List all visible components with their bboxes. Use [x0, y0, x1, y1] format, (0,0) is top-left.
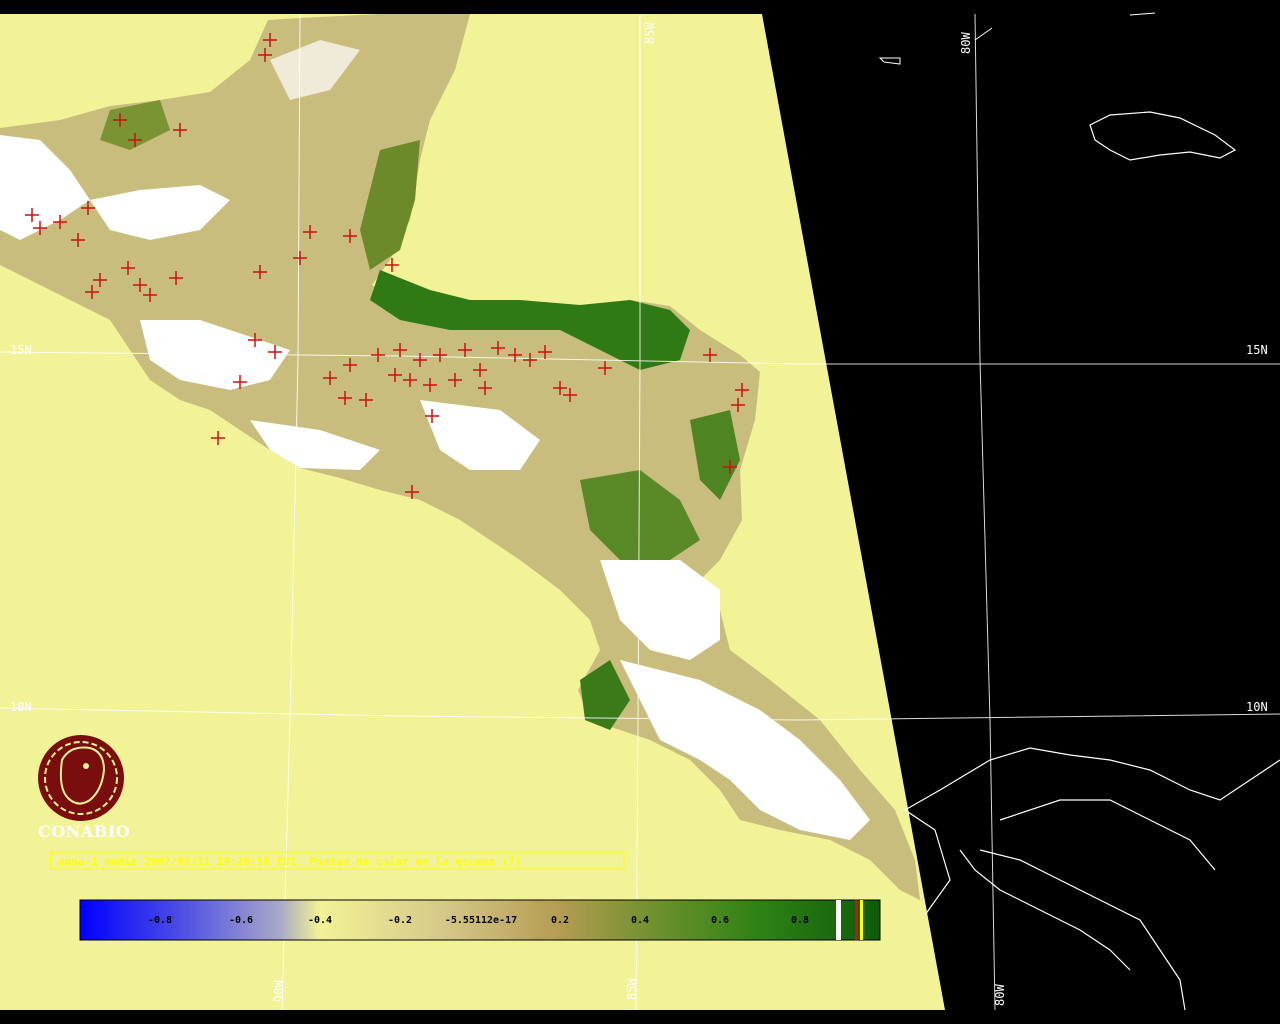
- lon-80w-label-top: 80W: [959, 32, 973, 54]
- lat-10n-label-right: 10N: [1246, 700, 1268, 714]
- lon-90w-label-bottom: 90W: [272, 980, 286, 1002]
- conabio-logo-text: CONABIO: [38, 822, 130, 841]
- legend-tick-label: 0.6: [711, 915, 729, 926]
- lat-15n-label-left: 15N: [10, 343, 32, 357]
- legend-colorbar: -0.8 -0.6 -0.4 -0.2 -5.55112e-17 0.2 0.4 0.6 0.8: [79, 899, 881, 941]
- lon-80w-label-bottom: 80W: [993, 984, 1007, 1006]
- legend-tick-label: 0.2: [551, 915, 569, 926]
- lat-10n-label-left: 10N: [10, 700, 32, 714]
- satellite-map: 15N 15N 10N 10N 85W 80W 90W 85W 80W CONA…: [0, 0, 1280, 1024]
- legend-tick-label: -0.8: [148, 915, 172, 926]
- legend-tick-label: 0.4: [631, 915, 649, 926]
- lon-85w-label-bottom: 85W: [625, 978, 639, 1000]
- scene-caption: aqua-1 modis 2007/05/11 19:26:58 EVI. Pu…: [58, 855, 522, 868]
- legend-tick-label: -0.4: [308, 915, 332, 926]
- legend-tick-label: -0.2: [388, 915, 412, 926]
- legend-tick-label: -0.6: [229, 915, 253, 926]
- lat-15n-label-right: 15N: [1246, 343, 1268, 357]
- legend-tick-label: 0.8: [791, 915, 809, 926]
- legend-tick-label: -5.55112e-17: [445, 915, 517, 926]
- lon-85w-label-top: 85W: [643, 22, 657, 44]
